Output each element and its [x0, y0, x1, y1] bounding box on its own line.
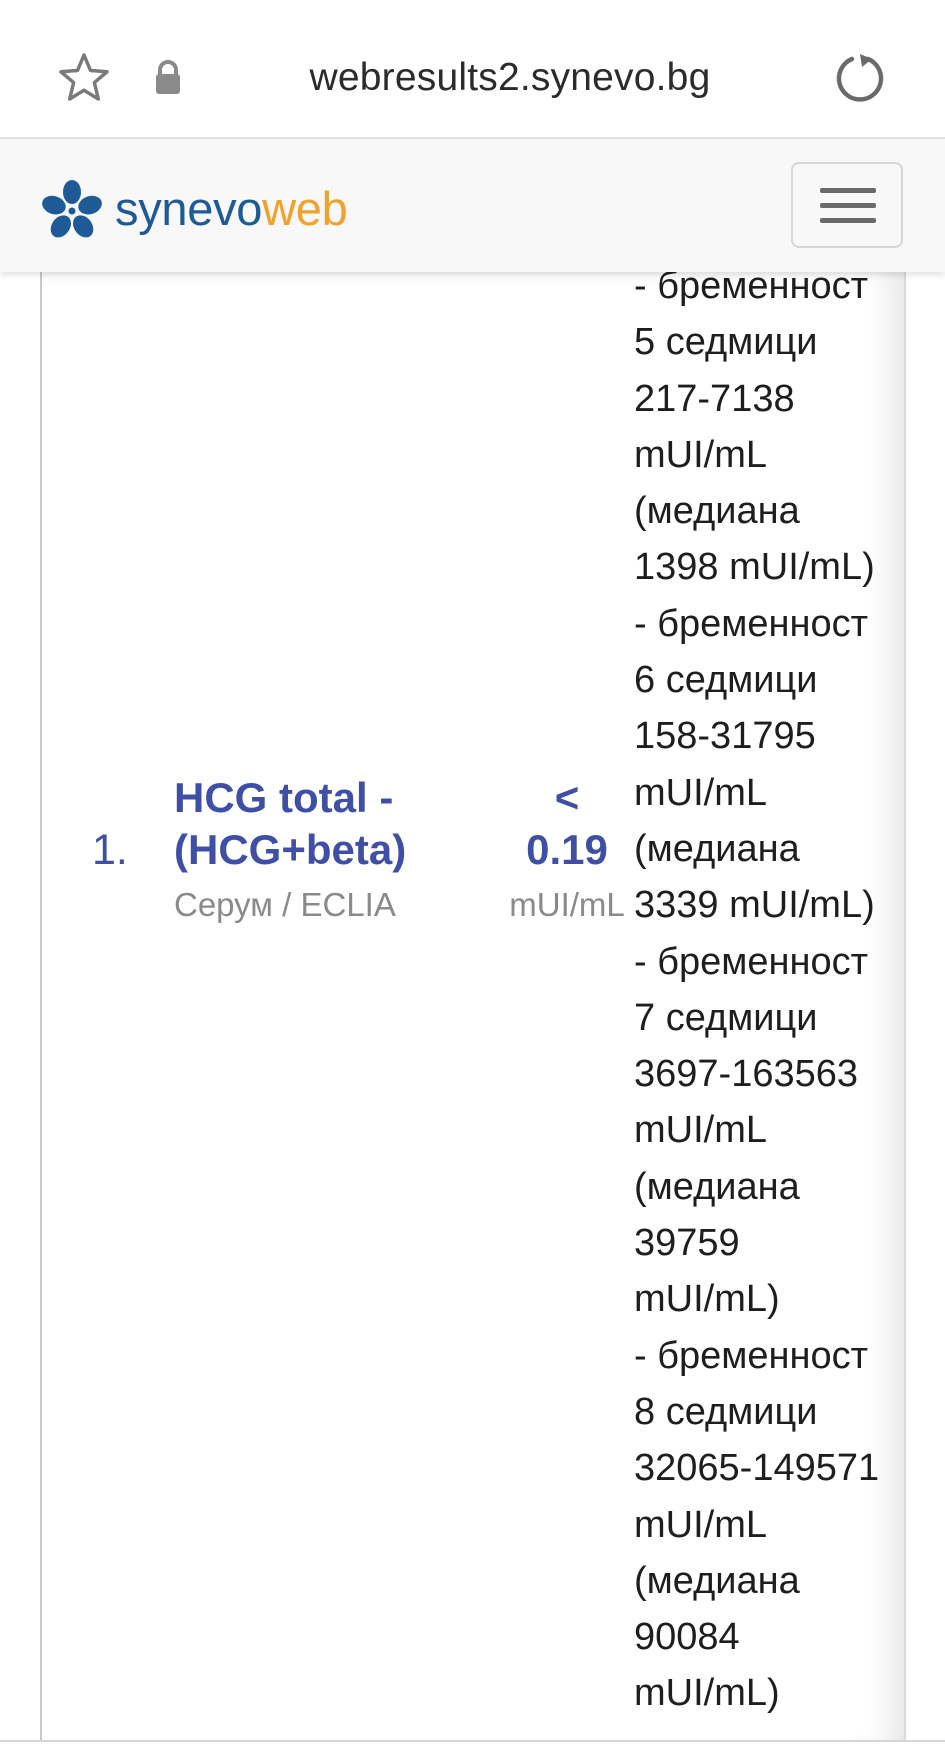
- hamburger-icon: [820, 188, 876, 193]
- reference-line: (медиана: [634, 827, 800, 870]
- brand-name-accent: web: [262, 182, 348, 235]
- reference-line: 8 седмици: [634, 1390, 818, 1433]
- bottom-divider: [0, 1740, 945, 1751]
- reference-line: 1398 mUI/mL): [634, 546, 875, 589]
- reference-line: 32065-149571: [634, 1447, 880, 1490]
- menu-toggle-button[interactable]: [791, 162, 903, 248]
- reference-line: (медиана: [634, 490, 800, 533]
- result-index: 1.: [92, 826, 128, 874]
- reference-line: 7 седмици: [634, 996, 818, 1039]
- reference-line: mUI/mL: [634, 1109, 767, 1152]
- reference-line: mUI/mL: [634, 433, 767, 476]
- reload-icon[interactable]: [832, 50, 888, 106]
- reference-line: (медиана: [634, 1559, 800, 1602]
- brand-name-primary: synevo: [115, 182, 263, 235]
- reference-line: 217-7138: [634, 377, 795, 420]
- test-name-line1: HCG total -: [174, 774, 394, 821]
- reference-ranges: - бременност 5 седмици 217-7138 mUI/mL (меди…: [634, 258, 904, 1722]
- lock-icon[interactable]: [153, 60, 183, 96]
- reference-line: 90084: [634, 1616, 740, 1659]
- results-card: 1. HCG total - (HCG+beta) Серум / ECLIA …: [40, 265, 906, 1751]
- synevo-flower-logo-icon[interactable]: [40, 179, 104, 243]
- reference-line: mUI/mL: [634, 1503, 767, 1546]
- site-brand[interactable]: synevoweb: [115, 181, 348, 236]
- test-name-line2: (HCG+beta): [174, 826, 407, 873]
- reference-line: 5 седмици: [634, 321, 818, 364]
- reference-line: - бременност: [634, 940, 869, 983]
- bookmark-star-icon[interactable]: [56, 50, 112, 106]
- reference-line: 39759: [634, 1222, 740, 1265]
- reference-line: 158-31795: [634, 715, 816, 758]
- reference-line: 3339 mUI/mL): [634, 884, 875, 927]
- reference-line: (медиана: [634, 1165, 800, 1208]
- test-name-link[interactable]: HCG total - (HCG+beta): [174, 772, 454, 876]
- reference-line: 6 седмици: [634, 659, 818, 702]
- reference-line: - бременност: [634, 1334, 869, 1377]
- reference-line: 3697-163563: [634, 1053, 858, 1096]
- test-sample-method: Серум / ECLIA: [174, 886, 396, 923]
- hamburger-icon-bar: [820, 218, 876, 223]
- hamburger-icon-bar: [820, 203, 876, 208]
- reference-line: - бременност: [634, 602, 869, 645]
- reference-line: mUI/mL): [634, 1672, 780, 1715]
- reference-line: mUI/mL): [634, 1278, 780, 1321]
- url-text[interactable]: webresults2.synevo.bg: [210, 56, 810, 100]
- browser-url-bar: webresults2.synevo.bg: [0, 0, 945, 139]
- reference-line: mUI/mL: [634, 771, 767, 814]
- site-navbar: synevoweb: [0, 139, 945, 272]
